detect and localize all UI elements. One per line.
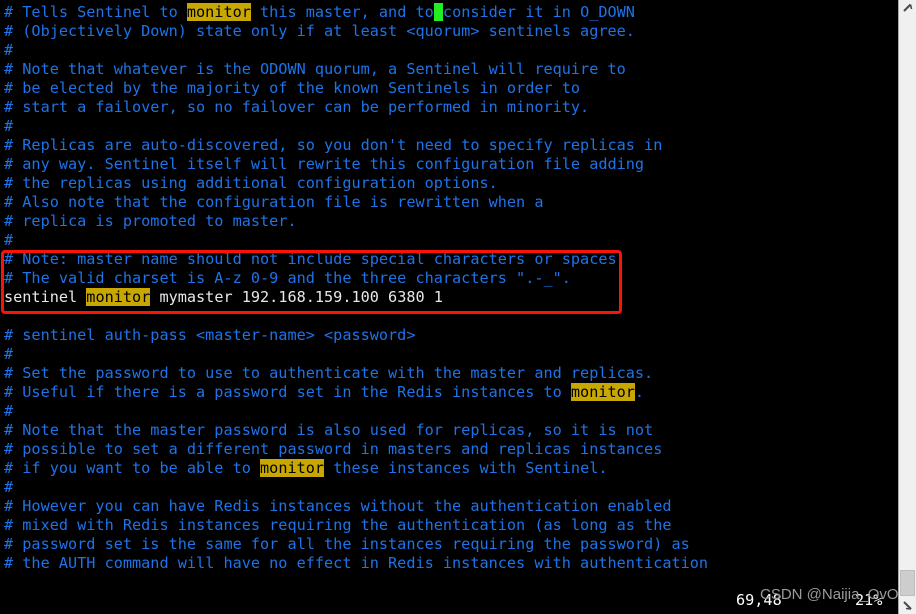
line-text: # Note that the master password is also … [4,421,654,439]
line-text: # Also note that the configuration file … [4,193,544,211]
line-text: . [634,383,645,401]
line-text: # (Objectively Down) state only if at le… [4,22,635,40]
chevron-up-icon[interactable] [899,0,916,17]
line-text: # Replicas are auto-discovered, so you d… [4,136,663,154]
editor-line: # Set the password to use to authenticat… [4,364,898,383]
search-match-highlight: monitor [570,383,635,401]
editor-line: # The valid charset is A-z 0-9 and the t… [4,269,898,288]
editor-line: # Tells Sentinel to monitor this master,… [4,3,898,22]
vertical-scrollbar[interactable] [898,0,916,614]
line-text: these instances with Sentinel. [324,459,608,477]
line-text: # Useful if there is a password set in t… [4,383,571,401]
line-text: # [4,117,14,135]
editor-line: # Also note that the configuration file … [4,193,898,212]
line-text: # Set the password to use to authenticat… [4,364,654,382]
line-text: # the replicas using additional configur… [4,174,498,192]
line-text: # Note that whatever is the ODOWN quorum… [4,60,626,78]
line-text: # sentinel auth-pass <master-name> <pass… [4,326,416,344]
editor-line: # be elected by the majority of the know… [4,79,898,98]
editor-line: # the AUTH command will have no effect i… [4,554,898,573]
line-text: # Note: master name should not include s… [4,250,626,268]
editor-line: # Useful if there is a password set in t… [4,383,898,402]
editor-line: # mixed with Redis instances requiring t… [4,516,898,535]
editor-line: # [4,41,898,60]
editor-line: # password set is the same for all the i… [4,535,898,554]
editor-line: # replica is promoted to master. [4,212,898,231]
line-text: # if you want to be able to [4,459,261,477]
line-text: # [4,41,14,59]
line-text: # [4,478,14,496]
editor-line: # (Objectively Down) state only if at le… [4,22,898,41]
line-text: # [4,231,14,249]
editor-text-area[interactable]: # Tells Sentinel to monitor this master,… [0,0,898,614]
line-text: # mixed with Redis instances requiring t… [4,516,672,534]
line-text: # Tells Sentinel to [4,3,187,21]
line-text: # any way. Sentinel itself will rewrite … [4,155,645,173]
editor-line: # any way. Sentinel itself will rewrite … [4,155,898,174]
line-text: sentinel [4,288,87,306]
line-text: # The valid charset is A-z 0-9 and the t… [4,269,571,287]
editor-line: # [4,345,898,364]
search-match-highlight: monitor [86,288,151,306]
line-text: # [4,402,14,420]
line-text: # replica is promoted to master. [4,212,297,230]
line-text: # start a failover, so no failover can b… [4,98,590,116]
line-text: consider it in O_DOWN [442,3,635,21]
csdn-watermark: CSDN @Naijia_OvO [760,586,899,603]
search-match-highlight: monitor [260,459,325,477]
editor-line: # if you want to be able to monitor thes… [4,459,898,478]
terminal-window: # Tells Sentinel to monitor this master,… [0,0,916,614]
editor-line: # [4,478,898,497]
line-text: # [4,345,14,363]
editor-line: # possible to set a different password i… [4,440,898,459]
line-text: this master, and to [250,3,434,21]
line-text: # possible to set a different password i… [4,440,663,458]
line-text: mymaster 192.168.159.100 6380 1 [150,288,443,306]
editor-line: # Replicas are auto-discovered, so you d… [4,136,898,155]
line-text: # be elected by the majority of the know… [4,79,581,97]
line-text: # the AUTH command will have no effect i… [4,554,709,572]
editor-line: # the replicas using additional configur… [4,174,898,193]
text-cursor [433,3,443,21]
editor-line: # Note that the master password is also … [4,421,898,440]
editor-line: sentinel monitor mymaster 192.168.159.10… [4,288,898,307]
editor-line: # [4,402,898,421]
editor-line: # [4,117,898,136]
search-match-highlight: monitor [186,3,251,21]
editor-line: # sentinel auth-pass <master-name> <pass… [4,326,898,345]
line-text: # password set is the same for all the i… [4,535,690,553]
editor-line: # However you can have Redis instances w… [4,497,898,516]
chevron-down-icon[interactable] [899,597,916,614]
line-text: # However you can have Redis instances w… [4,497,672,515]
editor-line: # [4,231,898,250]
editor-line: # Note: master name should not include s… [4,250,898,269]
scrollbar-thumb[interactable] [900,570,915,596]
editor-line: # Note that whatever is the ODOWN quorum… [4,60,898,79]
editor-line: # start a failover, so no failover can b… [4,98,898,117]
